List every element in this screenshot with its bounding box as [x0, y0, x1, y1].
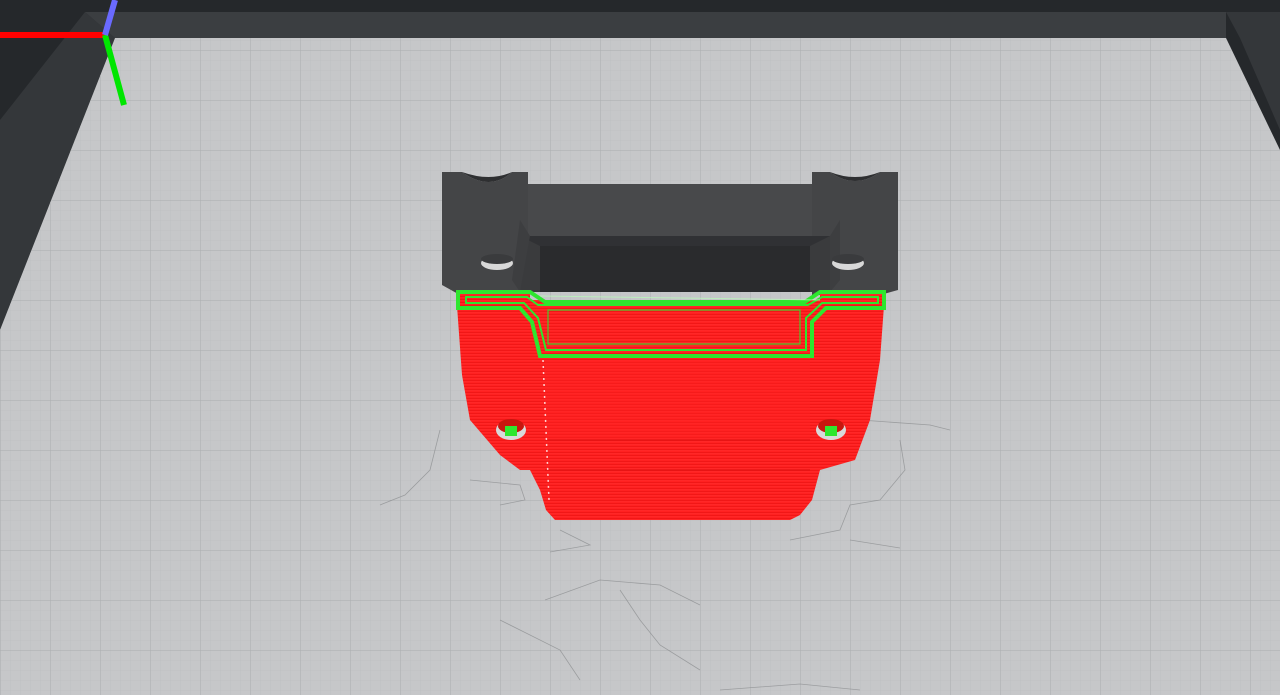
y-axis-arrow-icon — [102, 34, 127, 106]
z-axis-arrow-icon — [102, 0, 118, 36]
scene-canvas — [0, 0, 1280, 695]
axis-gizmo[interactable] — [0, 0, 160, 110]
model-upper-body — [442, 172, 898, 295]
3d-viewport[interactable] — [0, 0, 1280, 695]
bed-frame-top-wall — [85, 12, 1226, 38]
